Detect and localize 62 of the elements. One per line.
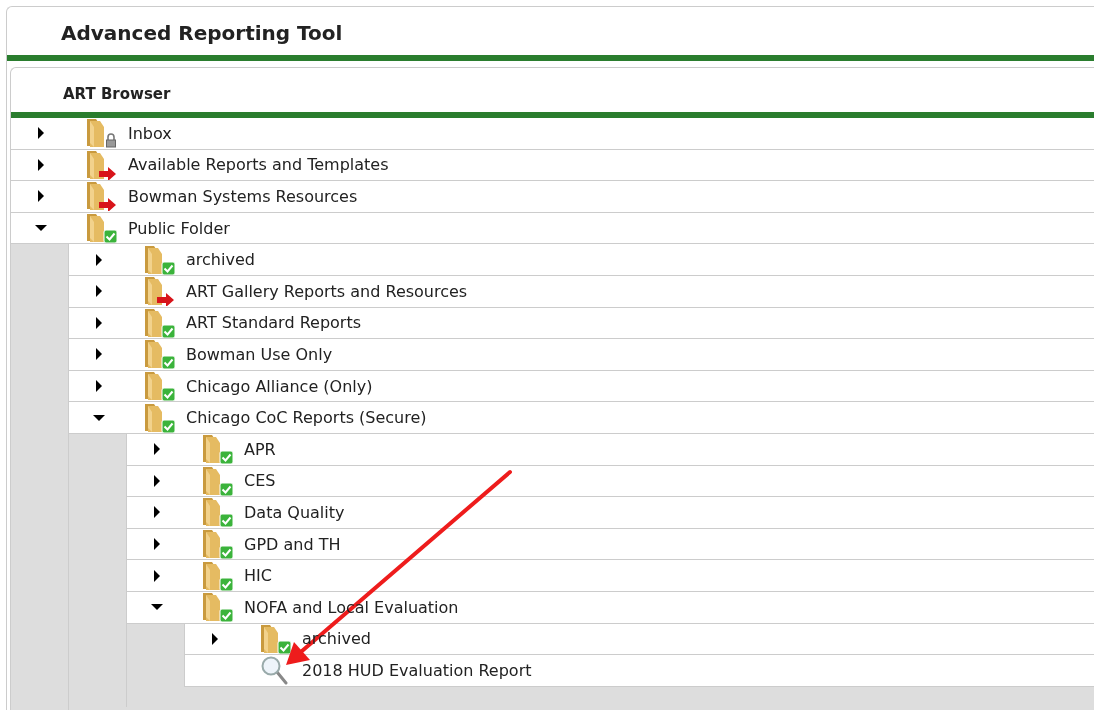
folder-label: ART Gallery Reports and Resources — [186, 281, 468, 301]
caret-icon[interactable] — [93, 348, 105, 361]
folder-icon — [201, 592, 235, 623]
folder-label: Bowman Systems Resources — [128, 187, 358, 206]
caret-icon[interactable] — [93, 253, 105, 266]
folder-row[interactable]: Public Folder — [11, 212, 1094, 245]
folder-icon — [143, 307, 177, 338]
folder-icon — [143, 244, 177, 275]
folder-label: Data Quality — [244, 502, 345, 522]
folder-row[interactable]: Bowman Use Only — [69, 339, 1094, 371]
caret-icon[interactable] — [151, 569, 163, 582]
panel-title: ART Browser — [62, 84, 171, 105]
folder-label: Chicago CoC Reports (Secure) — [186, 408, 427, 428]
folder-row[interactable]: ART Gallery Reports and Resources — [69, 275, 1094, 308]
folder-icon — [85, 213, 119, 244]
caret-icon[interactable] — [151, 506, 163, 519]
folder-row[interactable]: Chicago Alliance (Only) — [69, 370, 1094, 403]
caret-icon[interactable] — [209, 632, 221, 645]
folder-row[interactable]: GPD and TH — [127, 528, 1094, 561]
folder-label: APR — [244, 439, 276, 459]
folder-row[interactable]: Available Reports and Templates — [11, 149, 1094, 182]
folder-icon — [201, 434, 235, 465]
folder-label: Chicago Alliance (Only) — [186, 376, 373, 396]
caret-icon[interactable] — [93, 380, 105, 393]
report-label: 2018 HUD Evaluation Report — [302, 660, 532, 680]
caret-icon[interactable] — [151, 443, 163, 456]
folder-label: archived — [186, 250, 255, 270]
folder-row[interactable]: HIC — [127, 560, 1094, 592]
folder-row[interactable]: Data Quality — [127, 497, 1094, 529]
folder-icon — [143, 402, 177, 433]
folder-icon — [201, 497, 235, 528]
caret-icon[interactable] — [93, 285, 105, 298]
folder-icon — [201, 465, 235, 496]
folder-label: Available Reports and Templates — [128, 155, 389, 175]
folder-label: HIC — [244, 566, 272, 586]
caret-icon[interactable] — [35, 158, 47, 171]
caret-icon[interactable] — [151, 474, 163, 487]
folder-row[interactable]: archived — [69, 244, 1094, 276]
folder-label: GPD and TH — [244, 534, 341, 554]
folder-row[interactable]: Inbox — [11, 118, 1094, 150]
caret-icon[interactable] — [35, 127, 47, 140]
folder-label: Bowman Use Only — [186, 344, 333, 364]
folder-icon — [259, 623, 293, 654]
folder-label: Public Folder — [128, 218, 230, 238]
app-title: Advanced Reporting Tool — [60, 20, 343, 45]
caret-icon[interactable] — [151, 538, 163, 550]
folder-icon — [85, 118, 119, 149]
folder-icon — [143, 339, 177, 370]
report-row[interactable]: 2018 HUD Evaluation Report — [185, 655, 1094, 687]
folder-row[interactable]: ART Standard Reports — [69, 307, 1094, 340]
caret-icon[interactable] — [93, 316, 105, 329]
folder-row[interactable]: APR — [127, 433, 1094, 466]
folder-icon — [143, 371, 177, 402]
folder-icon — [201, 560, 235, 591]
caret-icon[interactable] — [35, 190, 47, 203]
folder-row[interactable]: Chicago CoC Reports (Secure) — [69, 402, 1094, 434]
folder-label: ART Standard Reports — [186, 313, 361, 333]
folder-label: CES — [244, 471, 276, 491]
folder-label: Inbox — [128, 123, 172, 143]
folder-row[interactable]: Bowman Systems Resources — [11, 181, 1094, 213]
folder-row[interactable]: CES — [127, 465, 1094, 498]
folder-icon — [201, 529, 235, 559]
